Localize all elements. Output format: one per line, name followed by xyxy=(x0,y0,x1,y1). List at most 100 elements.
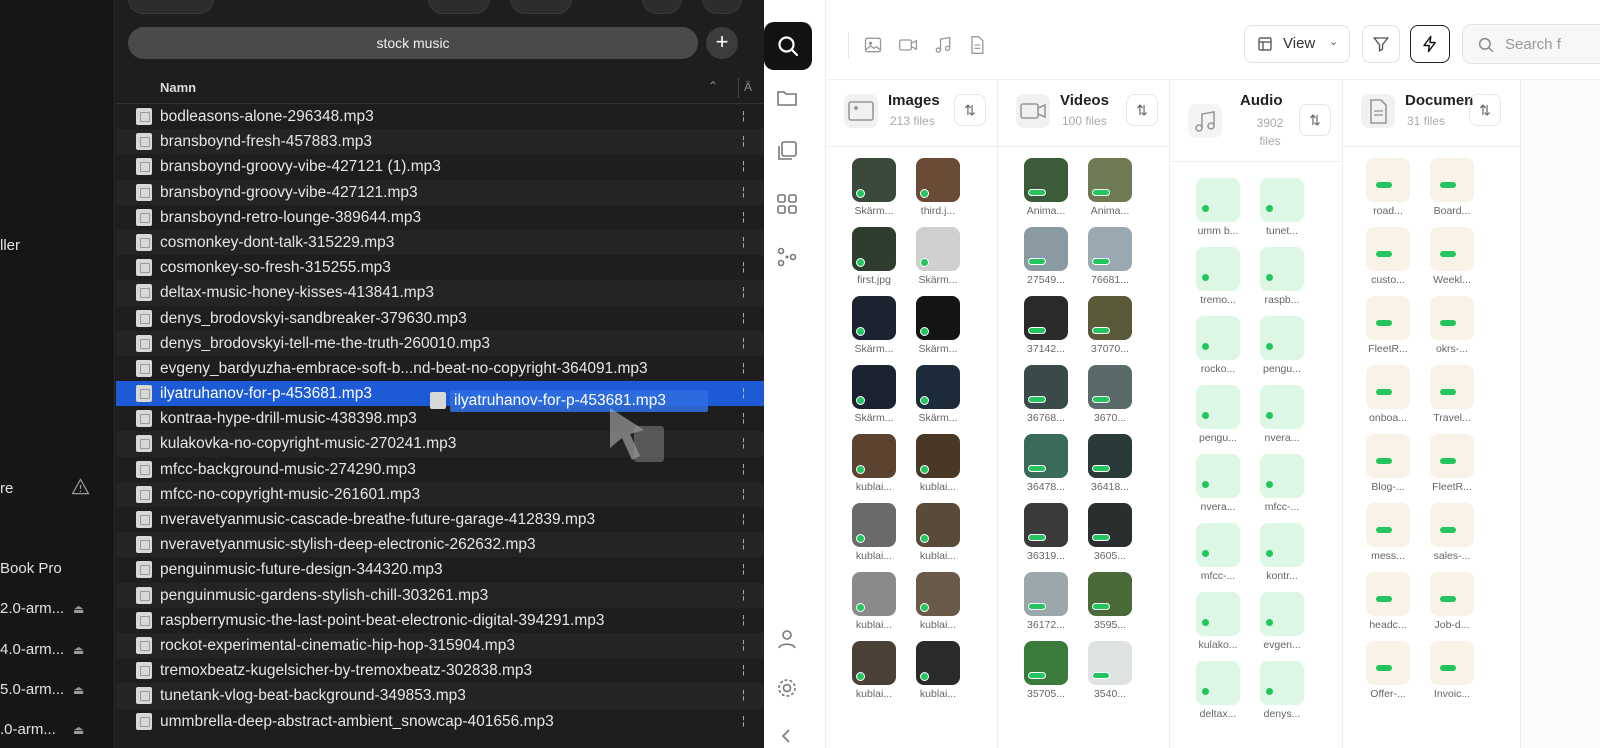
video-thumbnail[interactable] xyxy=(1088,641,1132,685)
sidebar-item[interactable]: .0-arm... ⏏ xyxy=(0,718,114,742)
sort-button[interactable]: ⇅ xyxy=(1299,104,1331,136)
folder-icon[interactable] xyxy=(775,86,799,110)
audio-thumbnail[interactable] xyxy=(1196,316,1240,360)
file-row[interactable]: mfcc-no-copyright-music-261601.mp3 ¦ xyxy=(116,481,764,507)
sort-button[interactable]: ⇅ xyxy=(954,94,986,126)
audio-thumbnail[interactable] xyxy=(1260,661,1304,705)
audio-thumbnail[interactable] xyxy=(1196,247,1240,291)
video-thumbnail[interactable] xyxy=(1088,296,1132,340)
file-row[interactable]: penguinmusic-future-design-344320.mp3 ¦ xyxy=(116,557,764,582)
view-button[interactable]: View ⌄ xyxy=(1244,25,1350,63)
integrations-icon[interactable] xyxy=(775,245,799,269)
video-thumbnail[interactable] xyxy=(1024,296,1068,340)
add-search-criteria-button[interactable]: + xyxy=(706,27,738,59)
sort-ascending-icon[interactable]: ⌃ xyxy=(708,79,718,93)
doc-thumbnail[interactable] xyxy=(1366,227,1410,271)
audio-thumbnail[interactable] xyxy=(1196,523,1240,567)
file-row[interactable]: rockot-experimental-cinematic-hip-hop-31… xyxy=(116,632,764,659)
video-filter-icon[interactable] xyxy=(898,35,918,55)
eject-icon[interactable]: ⏏ xyxy=(73,678,84,702)
video-thumbnail[interactable] xyxy=(1024,434,1068,478)
video-thumbnail[interactable] xyxy=(1024,572,1068,616)
doc-thumbnail[interactable] xyxy=(1430,434,1474,478)
column-divider[interactable] xyxy=(738,78,739,98)
quick-action-button[interactable] xyxy=(1410,25,1450,63)
sort-button[interactable]: ⇅ xyxy=(1126,94,1158,126)
doc-thumbnail[interactable] xyxy=(1430,641,1474,685)
file-row[interactable]: cosmonkey-so-fresh-315255.mp3 ¦ xyxy=(116,255,764,280)
video-thumbnail[interactable] xyxy=(1024,365,1068,409)
image-thumbnail[interactable] xyxy=(852,503,896,547)
file-row[interactable]: penguinmusic-gardens-stylish-chill-30326… xyxy=(116,582,764,608)
image-thumbnail[interactable] xyxy=(916,434,960,478)
video-thumbnail[interactable] xyxy=(1088,158,1132,202)
file-row[interactable]: tunetank-vlog-beat-background-349853.mp3… xyxy=(116,683,764,709)
video-thumbnail[interactable] xyxy=(1024,158,1068,202)
image-thumbnail[interactable] xyxy=(852,365,896,409)
video-thumbnail[interactable] xyxy=(1088,365,1132,409)
image-thumbnail[interactable] xyxy=(852,227,896,271)
document-filter-icon[interactable] xyxy=(967,35,987,55)
doc-thumbnail[interactable] xyxy=(1366,365,1410,409)
audio-thumbnail[interactable] xyxy=(1260,247,1304,291)
audio-thumbnail[interactable] xyxy=(1260,454,1304,498)
doc-thumbnail[interactable] xyxy=(1366,572,1410,616)
doc-thumbnail[interactable] xyxy=(1366,503,1410,547)
image-thumbnail[interactable] xyxy=(852,572,896,616)
doc-thumbnail[interactable] xyxy=(1366,434,1410,478)
audio-thumbnail[interactable] xyxy=(1260,178,1304,222)
audio-thumbnail[interactable] xyxy=(1260,523,1304,567)
video-thumbnail[interactable] xyxy=(1088,227,1132,271)
collapse-icon[interactable] xyxy=(775,724,799,748)
doc-thumbnail[interactable] xyxy=(1366,158,1410,202)
sort-button[interactable]: ⇅ xyxy=(1469,94,1501,126)
video-thumbnail[interactable] xyxy=(1024,503,1068,547)
gear-icon[interactable] xyxy=(775,676,799,700)
audio-thumbnail[interactable] xyxy=(1196,592,1240,636)
audio-thumbnail[interactable] xyxy=(1196,661,1240,705)
image-thumbnail[interactable] xyxy=(852,434,896,478)
app-search-input[interactable]: Search f xyxy=(1462,24,1600,64)
filter-button[interactable] xyxy=(1362,25,1400,63)
doc-thumbnail[interactable] xyxy=(1430,227,1474,271)
image-thumbnail[interactable] xyxy=(852,641,896,685)
video-thumbnail[interactable] xyxy=(1024,227,1068,271)
file-row[interactable]: cosmonkey-dont-talk-315229.mp3 ¦ xyxy=(116,229,764,256)
file-row[interactable]: deltax-music-honey-kisses-413841.mp3 ¦ xyxy=(116,280,764,306)
file-row[interactable]: denys_brodovskyi-tell-me-the-truth-26001… xyxy=(116,330,764,356)
image-thumbnail[interactable] xyxy=(916,227,960,271)
eject-icon[interactable]: ⏏ xyxy=(73,718,84,742)
file-row[interactable]: bransboynd-retro-lounge-389644.mp3 ¦ xyxy=(116,205,764,230)
sidebar-item[interactable]: 4.0-arm... ⏏ xyxy=(0,638,114,662)
doc-thumbnail[interactable] xyxy=(1430,158,1474,202)
doc-thumbnail[interactable] xyxy=(1430,572,1474,616)
file-row[interactable]: bodleasons-alone-296348.mp3 ¦ xyxy=(116,104,764,129)
sidebar-item[interactable]: 5.0-arm... ⏏ xyxy=(0,678,114,702)
video-thumbnail[interactable] xyxy=(1088,503,1132,547)
file-row[interactable]: nveravetyanmusic-stylish-deep-electronic… xyxy=(116,532,764,558)
column-header-next[interactable]: Ä xyxy=(744,80,752,94)
file-row[interactable]: bransboynd-groovy-vibe-427121.mp3 ¦ xyxy=(116,179,764,205)
eject-icon[interactable]: ⏏ xyxy=(73,597,84,621)
image-thumbnail[interactable] xyxy=(916,572,960,616)
sidebar-item[interactable]: Book Pro xyxy=(0,557,114,581)
doc-thumbnail[interactable] xyxy=(1430,503,1474,547)
file-row[interactable]: evgeny_bardyuzha-embrace-soft-b...nd-bea… xyxy=(116,356,764,381)
video-thumbnail[interactable] xyxy=(1088,434,1132,478)
finder-search-field[interactable]: stock music xyxy=(128,27,698,59)
user-icon[interactable] xyxy=(775,627,799,651)
audio-thumbnail[interactable] xyxy=(1260,592,1304,636)
eject-icon[interactable]: ⏏ xyxy=(73,638,84,662)
file-row[interactable]: bransboynd-groovy-vibe-427121 (1).mp3 ¦ xyxy=(116,154,764,179)
doc-thumbnail[interactable] xyxy=(1366,296,1410,340)
video-thumbnail[interactable] xyxy=(1088,572,1132,616)
image-thumbnail[interactable] xyxy=(916,296,960,340)
rail-search-button[interactable] xyxy=(764,22,812,70)
doc-thumbnail[interactable] xyxy=(1366,641,1410,685)
toolbar-share-pill[interactable] xyxy=(642,0,682,14)
audio-thumbnail[interactable] xyxy=(1196,178,1240,222)
toolbar-nav-pill[interactable] xyxy=(128,0,214,14)
audio-thumbnail[interactable] xyxy=(1260,385,1304,429)
image-filter-icon[interactable] xyxy=(863,35,883,55)
sidebar-item[interactable]: re xyxy=(0,477,114,501)
